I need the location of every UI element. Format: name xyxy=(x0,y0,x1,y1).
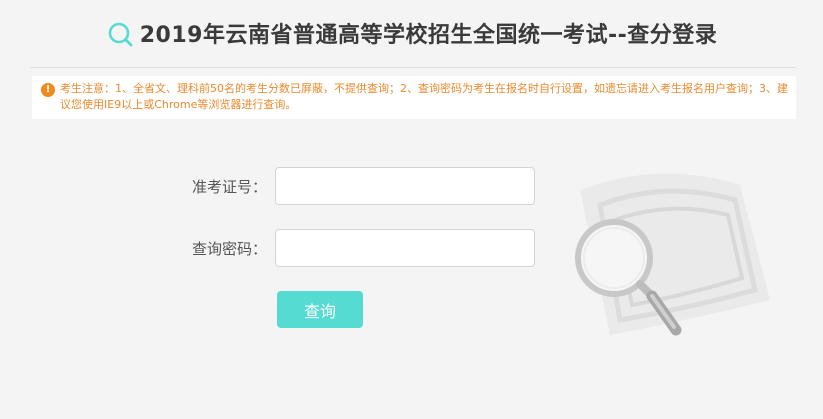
exam-number-input[interactable] xyxy=(275,167,535,205)
page: 2019年云南省普通高等学校招生全国统一考试--查分登录 ! 考生注意：1、全省… xyxy=(0,0,823,419)
password-input[interactable] xyxy=(275,229,535,267)
search-icon xyxy=(108,22,133,47)
header-divider xyxy=(30,67,796,68)
warning-icon: ! xyxy=(41,83,55,97)
password-label: 查询密码： xyxy=(191,239,267,258)
page-title: 2019年云南省普通高等学校招生全国统一考试--查分登录 xyxy=(139,23,718,48)
page-header: 2019年云南省普通高等学校招生全国统一考试--查分登录 xyxy=(0,0,823,66)
query-button[interactable]: 查询 xyxy=(277,291,363,328)
exam-number-label: 准考证号： xyxy=(191,177,267,196)
notice-box: ! 考生注意：1、全省文、理科前50名的考生分数已屏蔽，不提供查询；2、查询密码… xyxy=(32,76,796,119)
password-row: 查询密码： xyxy=(165,229,535,267)
magnifier-illustration xyxy=(575,173,770,336)
notice-text: 考生注意：1、全省文、理科前50名的考生分数已屏蔽，不提供查询；2、查询密码为考… xyxy=(60,82,788,111)
exam-number-row: 准考证号： xyxy=(165,167,535,205)
